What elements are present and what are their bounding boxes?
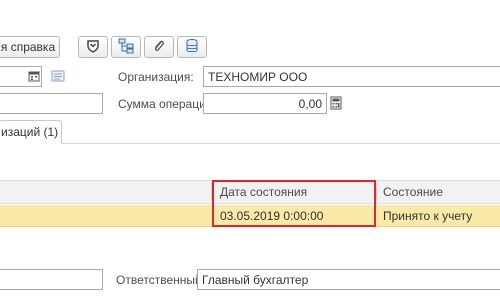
- shield-icon: [85, 38, 101, 57]
- attachment-icon: [151, 38, 167, 57]
- shield-button[interactable]: [78, 36, 108, 58]
- text-field[interactable]: [0, 93, 103, 114]
- responsible-value: Главный бухгалтер: [202, 272, 309, 287]
- tab-organizations[interactable]: изаций (1): [0, 120, 62, 144]
- comment-icon[interactable]: [50, 68, 66, 84]
- bottom-text-field[interactable]: [0, 269, 103, 290]
- calculator-icon[interactable]: [328, 95, 344, 111]
- tab-label: изаций (1): [1, 125, 59, 139]
- amount-label: Сумма операции:: [118, 97, 216, 111]
- attachment-button[interactable]: [144, 36, 174, 58]
- calendar-icon[interactable]: [26, 68, 42, 84]
- responsible-label: Ответственный:: [116, 273, 206, 287]
- column-divider-2: [376, 183, 377, 201]
- column-header-state[interactable]: Состояние: [383, 181, 443, 203]
- database-button[interactable]: [177, 36, 207, 58]
- report-button-label: я справка: [0, 40, 56, 54]
- selected-cell-frame: [212, 180, 376, 227]
- structure-button[interactable]: [111, 36, 141, 58]
- structure-icon: [118, 38, 134, 57]
- row-state-cell[interactable]: Принято к учету: [383, 206, 472, 226]
- report-button[interactable]: я справка: [0, 36, 60, 58]
- responsible-field[interactable]: Главный бухгалтер: [197, 269, 500, 290]
- tab-bar-line: [0, 143, 500, 144]
- amount-field[interactable]: 0,00: [203, 93, 327, 114]
- amount-value: 0,00: [298, 96, 322, 111]
- organization-label: Организация:: [118, 70, 194, 84]
- organization-field[interactable]: ТЕХНОМИР ООО: [203, 66, 500, 87]
- organization-value: ТЕХНОМИР ООО: [208, 69, 308, 84]
- database-icon: [184, 38, 200, 57]
